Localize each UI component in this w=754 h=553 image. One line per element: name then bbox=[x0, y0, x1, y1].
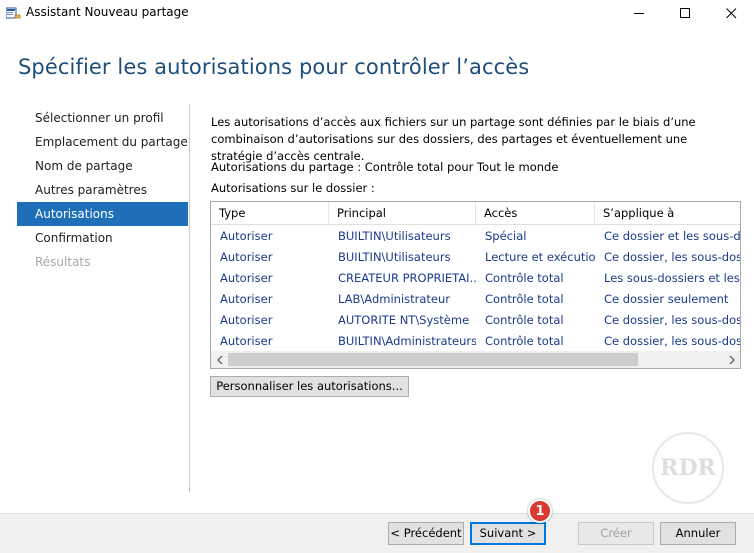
cell-principal: LAB\Administrateur bbox=[338, 292, 451, 306]
cell-type: Autoriser bbox=[220, 271, 273, 285]
rdr-watermark-logo: RDR bbox=[652, 432, 724, 504]
cell-access: Contrôle total bbox=[485, 271, 564, 285]
table-row[interactable]: Autoriser BUILTIN\Utilisateurs Lecture e… bbox=[211, 247, 740, 268]
cell-access: Spécial bbox=[485, 229, 527, 243]
column-header-type[interactable]: Type bbox=[211, 202, 329, 225]
wizard-steps-nav: Sélectionner un profil Emplacement du pa… bbox=[17, 106, 188, 274]
close-button[interactable] bbox=[708, 0, 754, 26]
cell-principal: AUTORITE NT\Système bbox=[338, 313, 470, 327]
share-permissions-text: Autorisations du partage : Contrôle tota… bbox=[211, 160, 559, 174]
scroll-left-button[interactable] bbox=[211, 351, 228, 368]
cell-type: Autoriser bbox=[220, 250, 273, 264]
minimize-icon bbox=[633, 12, 644, 14]
cell-access: Contrôle total bbox=[485, 292, 564, 306]
table-row[interactable]: Autoriser BUILTIN\Administrateurs Contrô… bbox=[211, 331, 740, 352]
table-header: Type Principal Accès S’applique à bbox=[211, 202, 740, 225]
window-title: Assistant Nouveau partage bbox=[26, 5, 189, 19]
cell-applies-to: Les sous-dossiers et les fichiers bbox=[604, 271, 740, 285]
share-wizard-icon bbox=[5, 6, 21, 19]
column-header-principal[interactable]: Principal bbox=[329, 202, 476, 225]
cell-type: Autoriser bbox=[220, 313, 273, 327]
table-row[interactable]: Autoriser CREATEUR PROPRIETAI... Contrôl… bbox=[211, 268, 740, 289]
nav-item-confirmation[interactable]: Confirmation bbox=[17, 226, 188, 250]
step-annotation-badge: 1 bbox=[528, 499, 552, 523]
folder-permissions-label: Autorisations sur le dossier : bbox=[211, 181, 375, 195]
customize-permissions-button[interactable]: Personnaliser les autorisations... bbox=[210, 376, 409, 397]
chevron-left-icon bbox=[216, 355, 222, 364]
cell-principal: CREATEUR PROPRIETAI... bbox=[338, 271, 476, 285]
cell-principal: BUILTIN\Utilisateurs bbox=[338, 250, 451, 264]
next-button[interactable]: Suivant > bbox=[470, 522, 546, 545]
maximize-button[interactable] bbox=[662, 0, 708, 26]
maximize-icon bbox=[679, 7, 690, 18]
minimize-button[interactable] bbox=[616, 0, 662, 26]
nav-item-results: Résultats bbox=[35, 255, 91, 269]
chevron-right-icon bbox=[729, 355, 735, 364]
cell-access: Lecture et exécution bbox=[485, 250, 595, 264]
column-header-access[interactable]: Accès bbox=[476, 202, 595, 225]
scrollbar-thumb[interactable] bbox=[228, 353, 638, 366]
cell-access: Contrôle total bbox=[485, 313, 564, 327]
table-row[interactable]: Autoriser AUTORITE NT\Système Contrôle t… bbox=[211, 310, 740, 331]
nav-item-profile[interactable]: Sélectionner un profil bbox=[17, 106, 188, 130]
cell-type: Autoriser bbox=[220, 334, 273, 348]
cell-principal: BUILTIN\Administrateurs bbox=[338, 334, 476, 348]
nav-item-permissions[interactable]: Autorisations bbox=[17, 202, 188, 226]
cell-access: Contrôle total bbox=[485, 334, 564, 348]
cell-applies-to: Ce dossier, les sous-dossiers bbox=[604, 250, 740, 264]
cell-principal: BUILTIN\Utilisateurs bbox=[338, 229, 451, 243]
column-header-applies-to[interactable]: S’applique à bbox=[595, 202, 740, 225]
nav-item-other-settings[interactable]: Autres paramètres bbox=[17, 178, 188, 202]
cell-type: Autoriser bbox=[220, 229, 273, 243]
previous-button[interactable]: < Précédent bbox=[388, 522, 464, 545]
folder-permissions-table[interactable]: Type Principal Accès S’applique à Autori… bbox=[210, 201, 741, 369]
nav-item-share-location[interactable]: Emplacement du partage bbox=[17, 130, 188, 154]
table-row[interactable]: Autoriser LAB\Administrateur Contrôle to… bbox=[211, 289, 740, 310]
cell-applies-to: Ce dossier, les sous-dossiers bbox=[604, 313, 740, 327]
table-row[interactable]: Autoriser BUILTIN\Utilisateurs Spécial C… bbox=[211, 226, 740, 247]
permissions-description: Les autorisations d’accès aux fichiers s… bbox=[211, 115, 696, 163]
cancel-button[interactable]: Annuler bbox=[660, 522, 736, 545]
cell-applies-to: Ce dossier seulement bbox=[604, 292, 729, 306]
nav-item-share-name[interactable]: Nom de partage bbox=[17, 154, 188, 178]
horizontal-scrollbar[interactable] bbox=[211, 351, 740, 368]
create-button: Créer bbox=[578, 522, 654, 545]
cell-applies-to: Ce dossier et les sous-dossiers bbox=[604, 229, 741, 243]
scroll-right-button[interactable] bbox=[723, 351, 740, 368]
title-bar: Assistant Nouveau partage bbox=[0, 0, 754, 26]
page-title: Spécifier les autorisations pour contrôl… bbox=[18, 55, 530, 79]
cell-applies-to: Ce dossier, les sous-dossiers bbox=[604, 334, 740, 348]
nav-divider bbox=[189, 104, 190, 492]
cell-type: Autoriser bbox=[220, 292, 273, 306]
close-icon bbox=[725, 7, 736, 18]
